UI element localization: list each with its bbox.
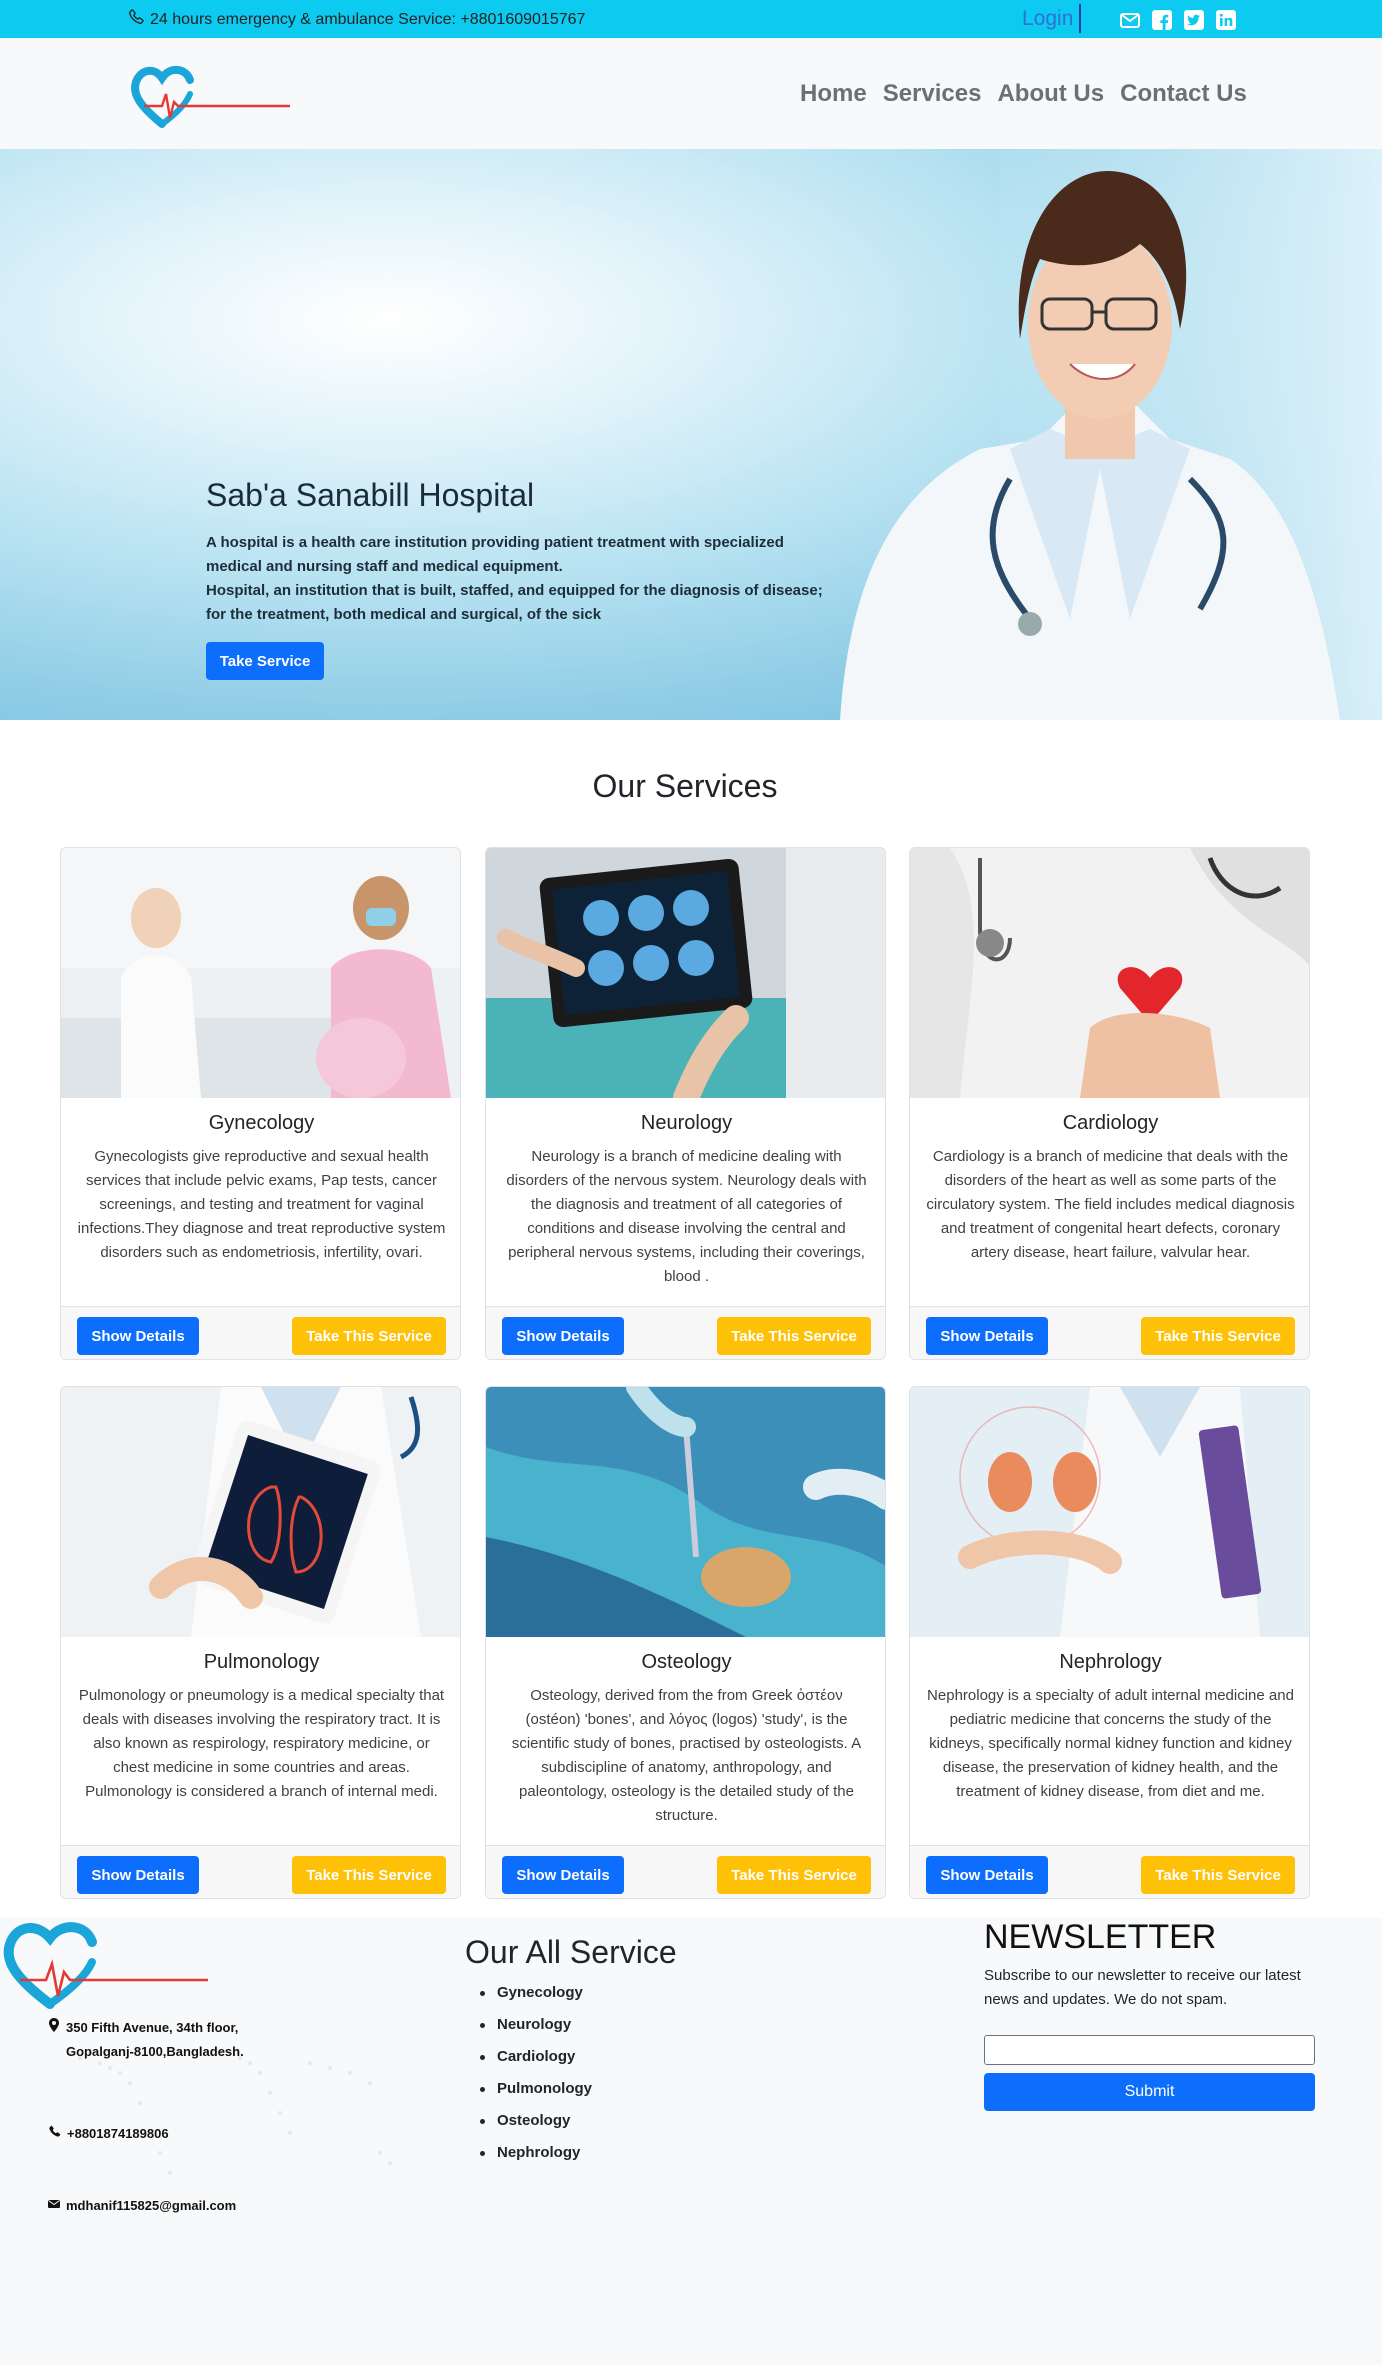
card-text: Pulmonology or pneumology is a medical s… — [78, 1687, 445, 1800]
nav-home[interactable]: Home — [800, 80, 867, 108]
linkedin-icon[interactable] — [1216, 10, 1236, 30]
take-this-service-button[interactable]: Take This Service — [717, 1856, 871, 1894]
take-this-service-button[interactable]: Take This Service — [292, 1856, 446, 1894]
nav-about-us[interactable]: About Us — [997, 80, 1104, 108]
hospital-logo[interactable] — [130, 64, 300, 134]
phone-icon — [48, 2122, 61, 2146]
all-service-item[interactable]: Nephrology — [480, 2144, 592, 2176]
footer-email: mdhanif115825@gmail.com — [48, 2194, 236, 2218]
service-card-neurology: Neurology Neurology is a branch of medic… — [485, 847, 886, 1360]
all-service-item[interactable]: Cardiology — [480, 2048, 592, 2080]
divider — [1079, 4, 1081, 33]
card-footer: Show Details Take This Service — [910, 1845, 1309, 1898]
card-text: Osteology, derived from the from Greek ὀ… — [511, 1687, 862, 1824]
service-card-nephrology: Nephrology Nephrology is a specialty of … — [909, 1386, 1310, 1899]
navbar: Home Services About Us Contact Us — [0, 38, 1382, 149]
card-title: Gynecology — [208, 1112, 315, 1134]
pulmonology-image — [61, 1387, 460, 1637]
twitter-icon[interactable] — [1184, 10, 1204, 30]
hero-paragraph-2: Hospital, an institution that is built, … — [206, 582, 823, 623]
card-title: Osteology — [641, 1651, 732, 1673]
doctor-image — [840, 170, 1340, 720]
all-service-item[interactable]: Gynecology — [480, 1984, 592, 2016]
main-nav: Home Services About Us Contact Us — [800, 80, 1247, 108]
gynecology-image — [61, 848, 460, 1098]
osteology-image — [486, 1387, 885, 1637]
card-text: Cardiology is a branch of medicine that … — [926, 1148, 1295, 1261]
card-footer: Show Details Take This Service — [486, 1306, 885, 1359]
phone-icon — [128, 9, 144, 30]
card-title: Cardiology — [1062, 1112, 1159, 1134]
show-details-button[interactable]: Show Details — [926, 1317, 1048, 1355]
top-bar: 24 hours emergency & ambulance Service: … — [0, 0, 1382, 38]
neurology-image — [486, 848, 885, 1098]
facebook-icon[interactable] — [1152, 10, 1172, 30]
service-card-cardiology: Cardiology Cardiology is a branch of med… — [909, 847, 1310, 1360]
show-details-button[interactable]: Show Details — [502, 1317, 624, 1355]
footer-address: 350 Fifth Avenue, 34th floor, Gopalganj-… — [48, 2016, 296, 2064]
email-text[interactable]: mdhanif115825@gmail.com — [66, 2194, 236, 2218]
services-title: Our Services — [592, 768, 778, 804]
take-this-service-button[interactable]: Take This Service — [1141, 1317, 1295, 1355]
service-card-pulmonology: Pulmonology Pulmonology or pneumology is… — [60, 1386, 461, 1899]
show-details-button[interactable]: Show Details — [77, 1317, 199, 1355]
show-details-button[interactable]: Show Details — [77, 1856, 199, 1894]
all-service-item[interactable]: Osteology — [480, 2112, 592, 2144]
cardiology-image — [910, 848, 1309, 1098]
hero-title: Sab'a Sanabill Hospital — [206, 477, 535, 513]
envelope-icon — [48, 2194, 60, 2218]
card-footer: Show Details Take This Service — [61, 1845, 460, 1898]
hero-description: A hospital is a health care institution … — [206, 531, 826, 627]
card-footer: Show Details Take This Service — [61, 1306, 460, 1359]
show-details-button[interactable]: Show Details — [502, 1856, 624, 1894]
card-text: Neurology is a branch of medicine dealin… — [506, 1148, 867, 1285]
service-card-gynecology: Gynecology Gynecologists give reproducti… — [60, 847, 461, 1360]
newsletter-title: NEWSLETTER — [984, 1918, 1217, 1956]
card-text: Nephrology is a specialty of adult inter… — [927, 1687, 1294, 1800]
newsletter-email-input[interactable] — [984, 2035, 1315, 2065]
take-this-service-button[interactable]: Take This Service — [1141, 1856, 1295, 1894]
footer-logo[interactable] — [0, 1918, 220, 2018]
footer-phone: +8801874189806 — [48, 2122, 169, 2146]
location-pin-icon — [48, 2016, 60, 2040]
hero-paragraph-1: A hospital is a health care institution … — [206, 534, 784, 575]
all-service-list: Gynecology Neurology Cardiology Pulmonol… — [480, 1984, 592, 2176]
all-service-item[interactable]: Neurology — [480, 2016, 592, 2048]
take-this-service-button[interactable]: Take This Service — [292, 1317, 446, 1355]
take-this-service-button[interactable]: Take This Service — [717, 1317, 871, 1355]
hero-banner: Sab'a Sanabill Hospital A hospital is a … — [0, 149, 1382, 720]
card-title: Pulmonology — [203, 1651, 320, 1673]
card-title: Nephrology — [1059, 1651, 1162, 1673]
submit-button[interactable]: Submit — [984, 2073, 1315, 2111]
take-service-button[interactable]: Take Service — [206, 642, 324, 680]
emergency-info: 24 hours emergency & ambulance Service: … — [128, 9, 585, 30]
all-service-title: Our All Service — [465, 1934, 677, 1970]
envelope-icon[interactable] — [1120, 10, 1140, 30]
login-link[interactable]: Login — [1022, 7, 1073, 31]
card-text: Gynecologists give reproductive and sexu… — [77, 1148, 446, 1261]
nav-contact-us[interactable]: Contact Us — [1120, 80, 1247, 108]
newsletter-text: Subscribe to our newsletter to receive o… — [984, 1967, 1301, 2008]
nav-services[interactable]: Services — [883, 80, 982, 108]
social-links — [1120, 10, 1236, 30]
service-card-osteology: Osteology Osteology, derived from the fr… — [485, 1386, 886, 1899]
card-footer: Show Details Take This Service — [910, 1306, 1309, 1359]
nephrology-image — [910, 1387, 1309, 1637]
card-title: Neurology — [640, 1112, 733, 1134]
show-details-button[interactable]: Show Details — [926, 1856, 1048, 1894]
phone-text: +8801874189806 — [67, 2126, 169, 2141]
card-footer: Show Details Take This Service — [486, 1845, 885, 1898]
address-text: 350 Fifth Avenue, 34th floor, Gopalganj-… — [66, 2020, 244, 2059]
page: 24 hours emergency & ambulance Service: … — [0, 0, 1382, 2365]
footer: 350 Fifth Avenue, 34th floor, Gopalganj-… — [0, 1918, 1382, 2365]
all-service-item[interactable]: Pulmonology — [480, 2080, 592, 2112]
emergency-text: 24 hours emergency & ambulance Service: … — [150, 10, 586, 28]
